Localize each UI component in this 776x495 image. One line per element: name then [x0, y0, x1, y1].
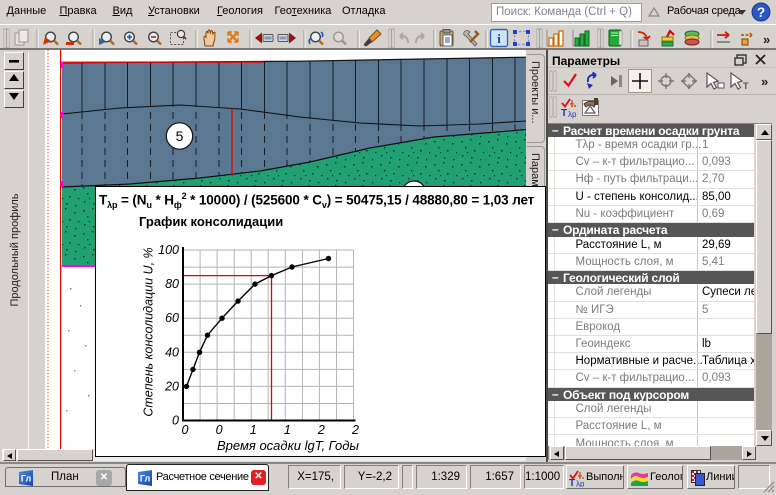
- svg-text:2: 2: [351, 423, 359, 437]
- svg-text:5: 5: [176, 128, 184, 144]
- svg-text:0: 0: [216, 423, 223, 437]
- svg-text:1: 1: [250, 423, 257, 437]
- svg-text:Степень консолидации U, %: Степень консолидации U, %: [142, 247, 156, 416]
- svg-text:0: 0: [172, 414, 179, 428]
- svg-text:T: T: [743, 81, 749, 91]
- svg-text:i: i: [497, 31, 501, 46]
- svg-text:?: ?: [757, 4, 766, 20]
- svg-text:1: 1: [284, 423, 291, 437]
- svg-text:0: 0: [182, 423, 189, 437]
- svg-text:»: »: [763, 32, 770, 47]
- svg-text:40: 40: [165, 345, 179, 359]
- svg-text:»: »: [761, 74, 768, 89]
- svg-text:λр: λр: [568, 110, 577, 119]
- svg-text:Время осадки lgT, Годы: Время осадки lgT, Годы: [217, 438, 359, 453]
- svg-text:100: 100: [158, 243, 179, 257]
- svg-text:20: 20: [164, 379, 179, 393]
- svg-text:2: 2: [317, 423, 325, 437]
- svg-text:T: T: [561, 108, 567, 119]
- svg-text:λр: λр: [576, 480, 585, 488]
- svg-text:Гл: Гл: [140, 474, 151, 484]
- svg-text:Гл: Гл: [21, 474, 32, 484]
- svg-text:T: T: [569, 478, 575, 487]
- svg-text:80: 80: [165, 277, 179, 291]
- svg-text:60: 60: [165, 311, 179, 325]
